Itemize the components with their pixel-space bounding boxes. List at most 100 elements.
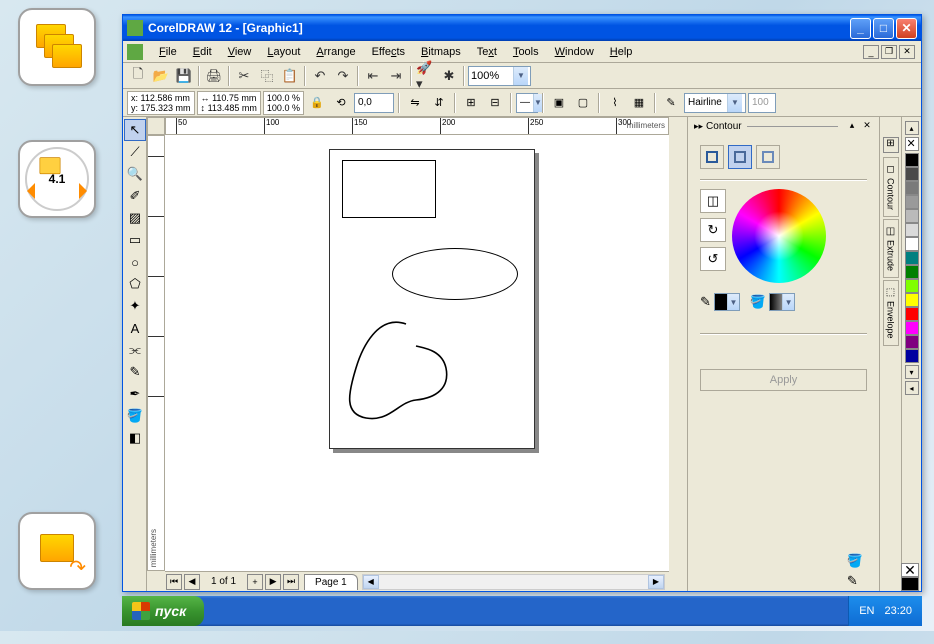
page[interactable] [329,149,535,449]
palette-swatch[interactable] [905,349,919,363]
copy-button[interactable]: ⿻ [256,65,278,87]
system-tray[interactable]: EN 23:20 [848,596,922,626]
palette-swatch[interactable] [905,167,919,181]
palette-flyout-button[interactable]: ◂ [905,381,919,395]
current-outline-black[interactable] [901,577,919,591]
interactive-fill-tool[interactable]: ◧ [124,427,146,449]
new-button[interactable]: 🗋 [127,65,149,87]
menu-view[interactable]: View [220,44,260,60]
ruler-origin[interactable] [147,117,165,135]
menu-help[interactable]: Help [602,44,641,60]
palette-swatch[interactable] [905,293,919,307]
palette-swatch[interactable] [905,209,919,223]
shape-tool[interactable]: ⟋ [124,141,146,163]
docker-close-button[interactable]: ✕ [861,120,873,132]
palette-swatch[interactable] [905,223,919,237]
basic-shapes-tool[interactable]: ✦ [124,295,146,317]
palette-swatch[interactable] [905,181,919,195]
rectangle-shape[interactable] [342,160,436,218]
palette-swatch[interactable] [905,321,919,335]
rotation-input[interactable]: 0,0 [354,93,394,113]
mdi-restore[interactable]: ❐ [881,45,897,59]
palette-up-button[interactable]: ▴ [905,121,919,135]
corel-online-button[interactable]: ✱ [438,65,460,87]
tab-envelope[interactable]: ⬚Envelope [883,280,899,346]
lock-ratio-button[interactable]: 🔒 [306,92,328,114]
contour-inside-button[interactable] [728,145,752,169]
menu-effects[interactable]: Effects [364,44,413,60]
cw-color-button[interactable]: ↻ [700,218,726,242]
size-readout[interactable]: ↔ 110.75 mm ↕ 113.485 mm [197,91,261,115]
last-page-button[interactable]: ⏭ [283,574,299,590]
menu-edit[interactable]: Edit [185,44,220,60]
no-color-swatch[interactable] [905,137,919,151]
text-tool[interactable]: A [124,317,146,339]
start-button[interactable]: пуск [122,596,204,626]
horizontal-scrollbar[interactable]: ◀▶ [362,574,665,590]
mdi-minimize[interactable]: _ [863,45,879,59]
zoom-tool[interactable]: 🔍 [124,163,146,185]
ccw-color-button[interactable]: ↺ [700,247,726,271]
zoom-combo[interactable]: ▼ [468,66,531,86]
first-page-button[interactable]: ⏮ [166,574,182,590]
zoom-input[interactable] [471,70,513,82]
polygon-tool[interactable]: ⬠ [124,273,146,295]
outline-value[interactable]: 100 [748,93,776,113]
pick-tool[interactable]: ↖ [124,119,146,141]
tab-extrude[interactable]: ◫Extrude [883,219,899,278]
palette-swatch[interactable] [905,265,919,279]
contour-outside-button[interactable] [756,145,780,169]
menu-arrange[interactable]: Arrange [308,44,363,60]
close-button[interactable]: ✕ [896,18,917,39]
prev-page-button[interactable]: ◀ [184,574,200,590]
minimize-button[interactable]: _ [850,18,871,39]
palette-swatch[interactable] [905,195,919,209]
maximize-button[interactable]: □ [873,18,894,39]
paste-button[interactable]: 📋 [279,65,301,87]
palette-down-button[interactable]: ▾ [905,365,919,379]
redo-button[interactable]: ↷ [332,65,354,87]
menu-text[interactable]: Text [469,44,505,60]
menu-file[interactable]: File [151,44,185,60]
linear-color-button[interactable]: ◫ [700,189,726,213]
color-wheel[interactable] [732,189,826,283]
palette-swatch[interactable] [905,279,919,293]
palette-swatch[interactable] [905,307,919,321]
mirror-h-button[interactable]: ⇋ [404,92,426,114]
ellipse-tool[interactable]: ○ [124,251,146,273]
to-front-button[interactable]: ▣ [548,92,570,114]
menu-layout[interactable]: Layout [259,44,308,60]
ellipse-shape[interactable] [392,248,518,300]
convert-curves-button[interactable]: ⌇ [604,92,626,114]
menu-bitmaps[interactable]: Bitmaps [413,44,469,60]
ungroup-button[interactable]: ⊞ [460,92,482,114]
scale-readout[interactable]: 100.0 % 100.0 % [263,91,304,115]
palette-swatch[interactable] [905,237,919,251]
ungroup-all-button[interactable]: ⊟ [484,92,506,114]
apply-button[interactable]: Apply [700,369,867,391]
docker-options-button[interactable]: ⊞ [883,137,899,153]
docker-grip-icon[interactable]: ▸▸ [694,121,703,132]
import-button[interactable]: ⇤ [362,65,384,87]
sidebar-lesson-icon[interactable]: 4.1 [18,140,96,218]
freeform-shape[interactable] [338,318,468,428]
outline-width-combo[interactable]: Hairline▼ [684,93,746,113]
add-page-button[interactable]: + [247,574,263,590]
outline-color-swatch[interactable]: ▼ [714,293,740,311]
outline-tool[interactable]: ✒ [124,383,146,405]
cut-button[interactable]: ✂ [233,65,255,87]
undo-button[interactable]: ↶ [309,65,331,87]
app-launcher-button[interactable]: 🚀▾ [415,65,437,87]
menu-tools[interactable]: Tools [505,44,547,60]
fill-color-swatch[interactable]: ▼ [769,293,795,311]
mdi-close[interactable]: ✕ [899,45,915,59]
next-page-button[interactable]: ▶ [265,574,281,590]
align-button[interactable]: ▦ [628,92,650,114]
menu-app-icon[interactable] [127,44,143,60]
canvas[interactable] [165,135,669,571]
wrap-combo[interactable]: —▼ [516,93,538,113]
sidebar-folders-icon[interactable] [18,8,96,86]
dropdown-arrow-icon[interactable]: ▼ [513,67,528,85]
rectangle-tool[interactable]: ▭ [124,229,146,251]
docker-collapse-button[interactable]: ▴ [846,120,858,132]
